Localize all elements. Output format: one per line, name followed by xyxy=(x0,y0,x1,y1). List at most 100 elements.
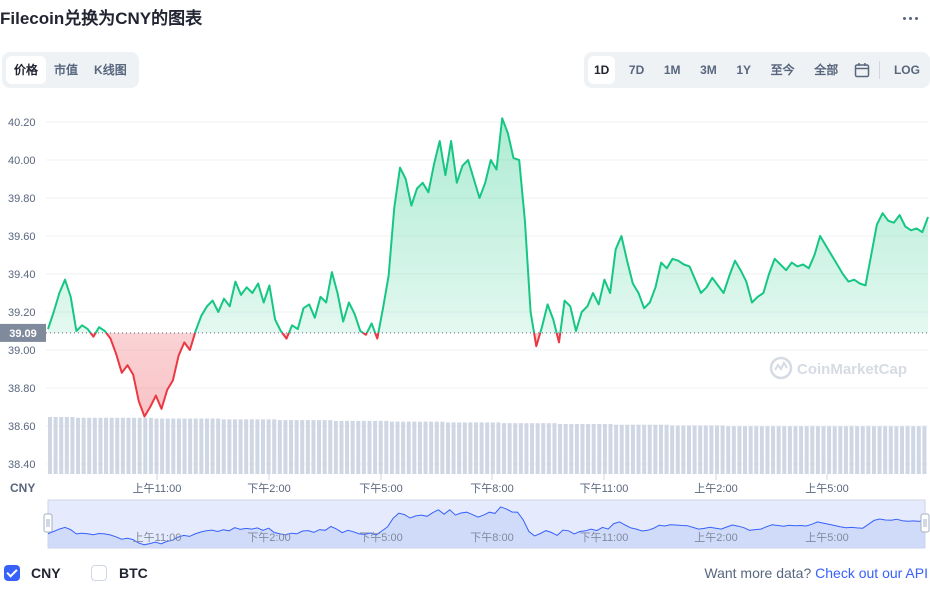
cny-checkbox[interactable] xyxy=(4,565,20,581)
volume-bar xyxy=(602,423,607,474)
volume-bar xyxy=(703,425,708,474)
volume-bar xyxy=(541,423,546,474)
volume-bar xyxy=(686,425,691,474)
x-tick-label: 上午2:00 xyxy=(694,482,737,495)
volume-bar xyxy=(350,420,355,474)
volume-bar xyxy=(821,426,826,474)
volume-bar xyxy=(389,421,394,474)
y-tick-label: 39.20 xyxy=(8,307,36,319)
btc-checkbox[interactable] xyxy=(91,565,107,581)
watermark-text: CoinMarketCap xyxy=(797,361,907,378)
api-link[interactable]: Check out our API xyxy=(815,565,928,581)
volume-bar xyxy=(563,423,568,474)
volume-bar xyxy=(300,420,305,474)
volume-bar xyxy=(877,426,882,474)
volume-bar xyxy=(731,426,736,474)
promo-text: Want more data? xyxy=(704,565,812,581)
volume-bar xyxy=(417,421,422,474)
volume-bar xyxy=(188,418,193,474)
volume-bar xyxy=(614,424,619,474)
volume-bar xyxy=(737,426,742,474)
navigator-tick-label: 上午5:00 xyxy=(805,531,848,544)
volume-bar xyxy=(804,426,809,474)
y-axis: 40.20 40.00 39.80 39.60 39.40 39.20 39.00 38.80… xyxy=(8,117,36,495)
volume-bar xyxy=(199,418,204,474)
navigator-tick-label: 下午5:00 xyxy=(359,531,402,544)
volume-bar xyxy=(558,423,563,474)
volume-bar xyxy=(569,423,574,474)
volume-bar xyxy=(664,424,669,474)
volume-bar xyxy=(109,417,114,474)
volume-bar xyxy=(524,423,529,474)
volume-bar xyxy=(266,419,271,474)
volume-bar xyxy=(782,426,787,474)
volume-bar xyxy=(227,419,232,474)
volume-bar xyxy=(378,420,383,474)
volume-bar xyxy=(905,426,910,474)
volume-bar xyxy=(232,419,237,474)
volume-bar xyxy=(546,423,551,474)
api-promo: Want more data? Check out our API xyxy=(704,565,928,581)
navigator-tick-label: 下午8:00 xyxy=(470,531,513,544)
volume-bar xyxy=(507,423,512,474)
volume-bar xyxy=(148,417,153,474)
volume-bar xyxy=(356,420,361,474)
volume-bar xyxy=(434,421,439,474)
volume-bar xyxy=(317,420,322,474)
watermark: CoinMarketCap xyxy=(769,356,907,380)
volume-bar xyxy=(479,422,484,474)
volume-bar xyxy=(619,424,624,474)
volume-bar xyxy=(193,418,198,474)
volume-bar xyxy=(860,426,865,474)
volume-bar xyxy=(748,426,753,474)
y-tick-label: 39.00 xyxy=(8,345,36,357)
volume-bar xyxy=(552,423,557,474)
x-tick-label: 下午8:00 xyxy=(470,482,513,495)
volume-bar xyxy=(104,417,109,474)
volume-bar xyxy=(630,424,635,474)
y-tick-label: 39.40 xyxy=(8,269,36,281)
volume-bar xyxy=(832,426,837,474)
reference-label: 39.09 xyxy=(9,328,37,340)
volume-bar xyxy=(726,426,731,474)
volume-bar xyxy=(922,426,927,474)
volume-bar xyxy=(765,426,770,474)
volume-bar xyxy=(473,422,478,474)
volume-bar xyxy=(238,419,243,474)
volume-bar xyxy=(216,418,221,474)
volume-bar xyxy=(468,422,473,474)
volume-bar xyxy=(412,421,417,474)
volume-bar xyxy=(48,417,53,474)
volume-bar xyxy=(339,420,344,474)
y-tick-label: 38.80 xyxy=(8,383,36,395)
navigator-handle[interactable] xyxy=(920,513,930,533)
navigator-tick-label: 下午11:00 xyxy=(580,531,629,544)
volume-bar xyxy=(244,419,249,474)
navigator-tick-label: 上午11:00 xyxy=(133,531,182,544)
volume-bar xyxy=(815,426,820,474)
y-tick-label: 39.80 xyxy=(8,193,36,205)
volume-bar xyxy=(395,421,400,474)
volume-bar xyxy=(311,420,316,474)
navigator-handle[interactable] xyxy=(43,513,53,533)
volume-bar xyxy=(653,424,658,474)
x-axis: 上午11:00 下午2:00 下午5:00 下午8:00 下午11:00 上午2:00 上午… xyxy=(133,474,849,495)
volume-bar xyxy=(160,418,165,474)
volume-bar xyxy=(894,426,899,474)
volume-bar xyxy=(132,417,137,474)
volume-bar xyxy=(849,426,854,474)
volume-bar xyxy=(272,419,277,474)
volume-bar xyxy=(440,421,445,474)
volume-bar xyxy=(535,423,540,474)
volume-bar xyxy=(888,426,893,474)
volume-bar xyxy=(345,420,350,474)
volume-bar xyxy=(457,422,462,474)
x-tick-label: 上午11:00 xyxy=(133,482,182,495)
volume-bar xyxy=(204,418,209,474)
volume-bar xyxy=(715,425,720,474)
volume-bar xyxy=(451,422,456,474)
volume-bar xyxy=(916,426,921,474)
navigator-tick-label: 下午2:00 xyxy=(247,531,290,544)
volume-bar xyxy=(98,417,103,474)
y-axis-label: CNY xyxy=(10,481,35,495)
